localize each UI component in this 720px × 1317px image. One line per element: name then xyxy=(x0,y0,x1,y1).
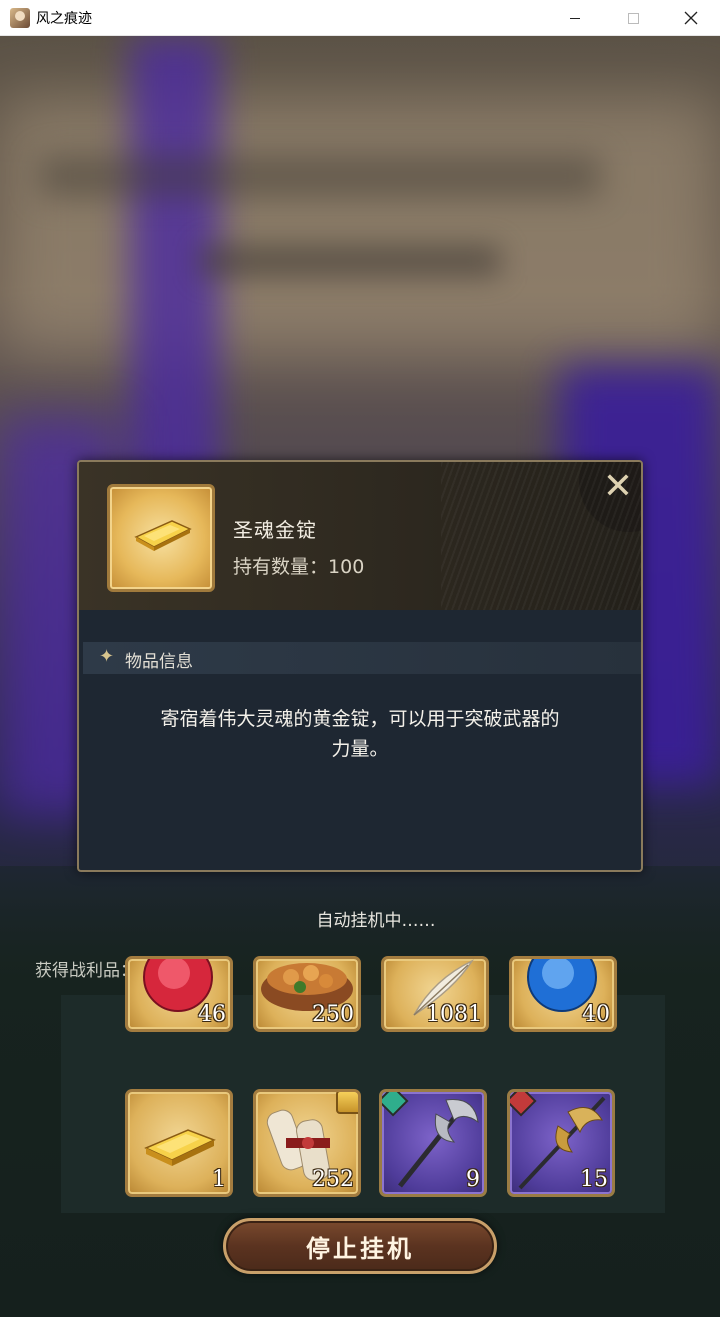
close-icon: ✕ xyxy=(602,466,634,507)
window-title: 风之痕迹 xyxy=(36,10,92,27)
background-blur xyxy=(40,156,600,196)
loot-item-food-pot[interactable]: 250 xyxy=(253,956,361,1032)
item-description: 寄宿着伟大灵魂的黄金锭，可以用于突破武器的 力量。 xyxy=(103,704,617,764)
item-count: 46 xyxy=(198,1002,226,1027)
description-line: 力量。 xyxy=(331,738,389,760)
section-title: 物品信息 xyxy=(125,652,193,672)
item-count-label: 持有数量： xyxy=(233,556,329,578)
item-count: 1081 xyxy=(426,1002,482,1027)
window-titlebar: 风之痕迹 xyxy=(0,0,720,36)
minimize-button[interactable] xyxy=(546,0,604,36)
close-icon xyxy=(684,11,698,25)
auto-battle-status: 自动挂机中…… xyxy=(316,911,436,931)
item-count: 9 xyxy=(466,1167,480,1192)
close-window-button[interactable] xyxy=(662,0,720,36)
item-count: 40 xyxy=(582,1002,610,1027)
background-blur xyxy=(0,96,720,356)
close-corner-decoration xyxy=(579,462,641,532)
item-info-section-header: ✦ 物品信息 xyxy=(83,642,641,674)
item-count: 15 xyxy=(580,1167,608,1192)
item-detail-dialog: 圣魂金锭 持有数量：100 ✕ ✦ 物品信息 寄宿着伟大灵魂的黄金锭，可以用于突… xyxy=(77,460,643,872)
maximize-icon xyxy=(627,12,639,24)
sparkle-icon: ✦ xyxy=(99,646,115,667)
treasure-chest-icon xyxy=(336,1092,358,1114)
item-count: 1 xyxy=(212,1167,226,1192)
loot-item-scroll-bundle[interactable]: 252 xyxy=(253,1089,361,1197)
item-count-value: 100 xyxy=(328,556,365,578)
game-viewport: 圣魂金锭 持有数量：100 ✕ ✦ 物品信息 寄宿着伟大灵魂的黄金锭，可以用于突… xyxy=(0,36,720,1317)
item-name: 圣魂金锭 xyxy=(233,518,317,542)
dialog-header: 圣魂金锭 持有数量：100 ✕ xyxy=(79,462,641,610)
item-count: 250 xyxy=(312,1002,354,1027)
background-blur xyxy=(200,246,500,276)
loot-item-gold-ingot[interactable]: 1 xyxy=(125,1089,233,1197)
stop-idle-button[interactable]: 停止挂机 xyxy=(223,1218,497,1274)
item-icon-frame xyxy=(107,484,215,592)
loot-item-blue-orb[interactable]: 40 xyxy=(509,956,617,1032)
minimize-icon xyxy=(570,17,580,19)
item-count: 持有数量：100 xyxy=(233,552,364,579)
gold-ingot-icon xyxy=(134,520,192,551)
loot-item-feather[interactable]: 1081 xyxy=(381,956,489,1032)
app-icon xyxy=(10,7,30,28)
loot-item-battle-axe[interactable]: 9 xyxy=(379,1089,487,1197)
description-line: 寄宿着伟大灵魂的黄金锭，可以用于突破武器的 xyxy=(160,708,560,730)
item-count: 252 xyxy=(312,1167,354,1192)
stop-idle-label: 停止挂机 xyxy=(306,1233,414,1263)
maximize-button[interactable] xyxy=(604,0,662,36)
dialog-close-button[interactable]: ✕ xyxy=(597,466,639,508)
loot-item-red-orb[interactable]: 46 xyxy=(125,956,233,1032)
loot-item-halberd[interactable]: 15 xyxy=(507,1089,615,1197)
loot-label: 获得战利品： xyxy=(35,961,137,981)
